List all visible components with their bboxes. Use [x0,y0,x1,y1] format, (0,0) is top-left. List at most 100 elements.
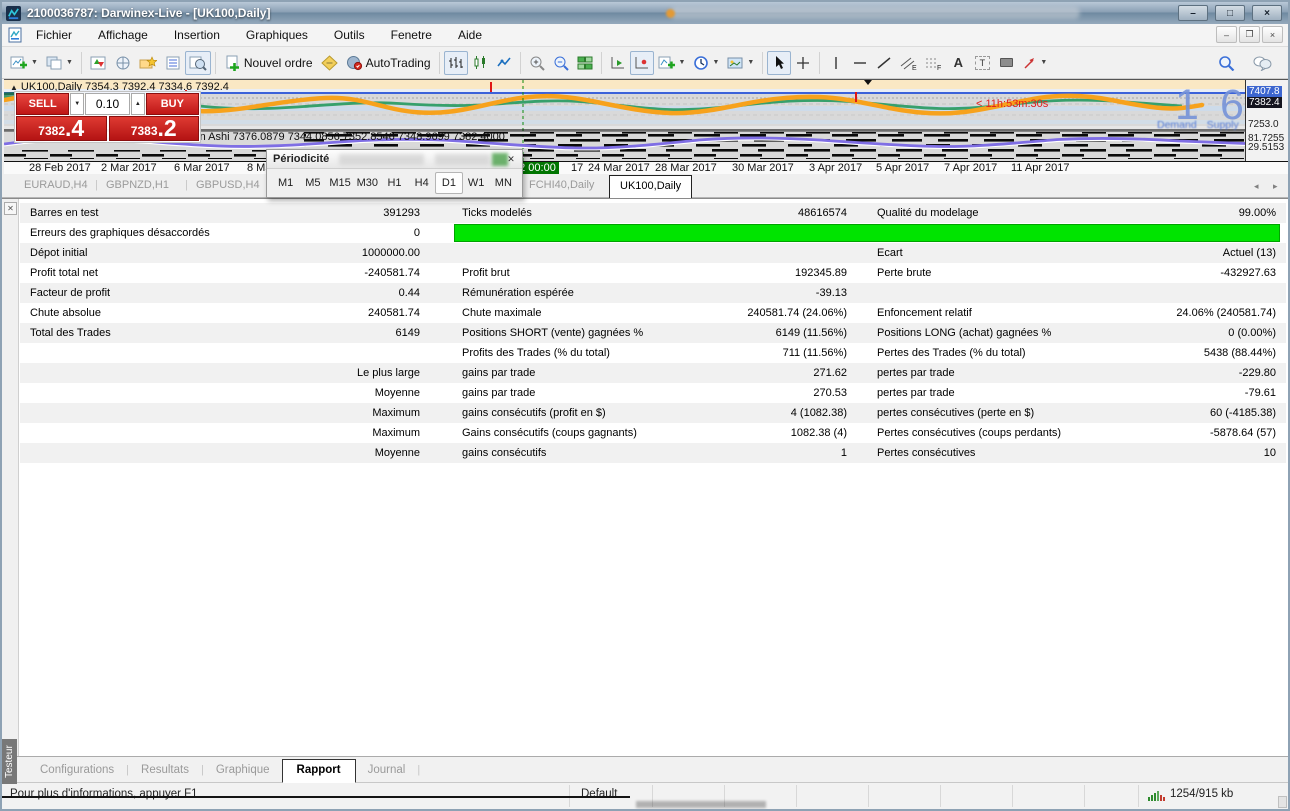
price-scale[interactable]: 7407.8 7382.4 7253.0 81.7255 29.5153 [1245,80,1290,161]
new-chart-button[interactable]: ▼ [6,51,42,75]
report-value: Moyenne [170,443,420,463]
chart-tab-euraud-h4[interactable]: EURAUD,H4 [24,179,88,191]
status-cell-divider [1012,785,1013,807]
child-restore-button[interactable]: ❐ [1239,26,1260,43]
sell-price[interactable]: 7382.4 [16,116,107,141]
strategy-tester-button[interactable] [185,51,211,75]
templates-button[interactable]: ▼ [723,51,758,75]
periods-button[interactable]: ▼ [689,51,723,75]
chart-tab-fchi40-daily[interactable]: FCHI40,Daily [529,179,594,191]
tester-tab-resultats[interactable]: Resultats [129,759,201,782]
periodicity-close-icon[interactable]: ✕ [504,153,518,166]
chart-tab-bar: ◂ ▸ EURAUD,H4 GBPNZD,H1 GBPUSD,H4 FCHI40,Da… [2,174,1288,198]
minimize-button[interactable]: – [1178,5,1208,21]
vertical-line-tool-button[interactable] [824,51,848,75]
market-watch-button[interactable] [86,51,111,75]
heiken-ashi-values: ken Ashi 7376.0879 7344.0856 7352.8546 7… [188,131,505,143]
period-m15[interactable]: M15 [326,172,353,194]
period-h1[interactable]: H1 [381,172,408,194]
auto-scroll-button[interactable] [630,51,654,75]
cursor-tool-button[interactable] [767,51,791,75]
tester-tab-journal[interactable]: Journal [356,759,418,782]
new-order-button[interactable]: Nouvel ordre [220,51,317,75]
chart-window[interactable]: 1 6 Demand Supply ▲UK100,Daily 7354.3 73… [4,79,1290,173]
navigator-button[interactable] [111,51,135,75]
child-minimize-button[interactable]: – [1216,26,1237,43]
period-mn[interactable]: MN [490,172,517,194]
time-axis-label: 5 Apr 2017 [876,162,929,174]
report-label: Chute absolue [30,303,101,323]
report-label: Profit brut [462,263,510,283]
buy-button[interactable]: BUY [146,93,199,115]
line-chart-mode-button[interactable] [492,51,516,75]
period-m5[interactable]: M5 [299,172,326,194]
sell-button[interactable]: SELL [16,93,69,115]
indicators-button[interactable]: ▼ [654,51,690,75]
report-value: 4 (1082.38) [520,403,847,423]
horizontal-line-tool-button[interactable] [848,51,872,75]
testeur-panel-tab[interactable]: Testeur [2,739,17,784]
maximize-button[interactable]: □ [1215,5,1245,21]
menu-aide[interactable]: Aide [445,25,495,45]
chart-shift-button[interactable] [606,51,630,75]
report-value: 10 [946,443,1276,463]
fibonacci-tool-button[interactable]: F [921,51,946,75]
period-m30[interactable]: M30 [354,172,381,194]
close-button[interactable]: × [1252,5,1282,21]
menu-affichage[interactable]: Affichage [85,25,161,45]
period-m1[interactable]: M1 [272,172,299,194]
tester-tab-rapport[interactable]: Rapport [282,759,356,783]
tabs-scroll-left-icon[interactable]: ◂ [1254,181,1259,192]
equidistant-channel-tool-button[interactable]: E [896,51,921,75]
child-close-button[interactable]: × [1262,26,1283,43]
period-h4[interactable]: H4 [408,172,435,194]
demand-supply-label: Demand Supply [1157,119,1239,131]
report-value: 6149 (11.56%) [520,323,847,343]
text-label-tool-button[interactable]: T [970,51,994,75]
text-tool-button[interactable]: A [946,51,970,75]
chart-tab-gbpnzd-h1[interactable]: GBPNZD,H1 [106,179,169,191]
caption-buttons: – □ × [1178,5,1282,21]
candlestick-mode-button[interactable] [468,51,492,75]
periodicity-dialog[interactable]: Périodicité ✕ M1M5M15M30H1H4D1W1MN [266,149,523,198]
tester-tab-graphique[interactable]: Graphique [204,759,282,782]
chat-button[interactable] [1249,51,1276,75]
arrows-tool-button[interactable]: ▼ [1018,51,1051,75]
search-button[interactable] [1214,51,1239,75]
profiles-button[interactable]: ▼ [42,51,77,75]
shapes-tool-button[interactable] [994,51,1018,75]
menu-fichier[interactable]: Fichier [23,25,85,45]
time-axis[interactable]: 28 Feb 20172 Mar 20176 Mar 20178 Mar 201… [4,161,1290,174]
trendline-tool-button[interactable] [872,51,896,75]
zoom-in-button[interactable] [525,51,549,75]
menu-fenetre[interactable]: Fenetre [378,25,445,45]
chart-doc-icon[interactable] [7,27,23,43]
menu-graphiques[interactable]: Graphiques [233,25,321,45]
bar-chart-mode-button[interactable] [444,51,468,75]
menu-insertion[interactable]: Insertion [161,25,233,45]
metaeditor-button[interactable] [317,51,342,75]
autotrading-button[interactable]: AutoTrading [342,51,435,75]
volume-up-button[interactable]: ▲ [131,93,145,115]
tabs-scroll-right-icon[interactable]: ▸ [1273,181,1278,192]
tester-report-panel: ✕ Barres en test391293Ticks modelés48616… [2,198,1288,756]
buy-price[interactable]: 7383.2 [109,116,200,141]
terminal-button[interactable] [161,51,185,75]
crosshair-tool-button[interactable] [791,51,815,75]
tester-tab-configurations[interactable]: Configurations [28,759,126,782]
period-d1[interactable]: D1 [435,172,462,194]
zoom-out-button[interactable] [549,51,573,75]
tester-panel-close-icon[interactable]: ✕ [4,202,17,215]
window-title: 2100036787: Darwinex-Live - [UK100,Daily… [27,6,270,20]
report-value: Maximum [170,403,420,423]
history-center-button[interactable] [135,51,161,75]
menu-outils[interactable]: Outils [321,25,378,45]
tile-windows-button[interactable] [573,51,597,75]
chart-tab-uk100-daily[interactable]: UK100,Daily [609,175,692,198]
periodicity-title-bar[interactable]: Périodicité ✕ [267,150,522,169]
volume-input[interactable] [85,93,130,115]
chart-tab-gbpusd-h4[interactable]: GBPUSD,H4 [196,179,260,191]
volume-down-button[interactable]: ▼ [70,93,84,115]
resize-grip[interactable] [1278,796,1287,808]
period-w1[interactable]: W1 [463,172,490,194]
